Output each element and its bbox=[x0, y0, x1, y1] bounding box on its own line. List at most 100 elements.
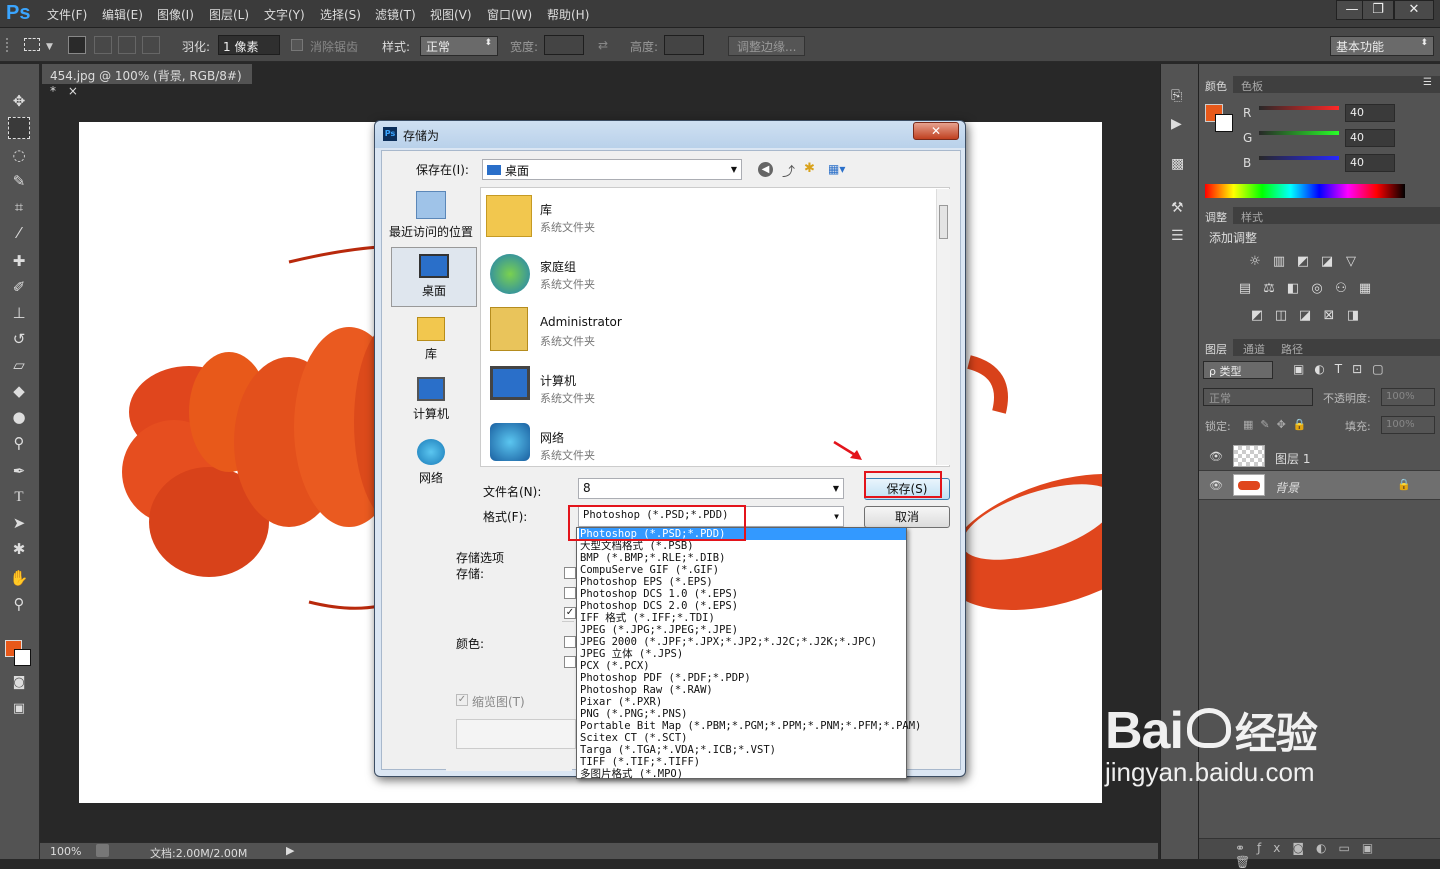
style-select[interactable]: 正常 ⬍ bbox=[420, 36, 498, 56]
swap-icon[interactable]: ⇄ bbox=[598, 38, 608, 52]
menu-image[interactable]: 图像(I) bbox=[157, 6, 194, 23]
blur-tool-icon[interactable]: ● bbox=[8, 406, 30, 428]
posterize-icon[interactable]: ◫ bbox=[1273, 309, 1289, 323]
workspace-select[interactable]: 基本功能 ⬍ bbox=[1330, 36, 1434, 56]
place-computer[interactable]: 计算机 bbox=[388, 377, 474, 422]
color-lookup-icon[interactable]: ▦ bbox=[1357, 282, 1373, 296]
zoom-level[interactable]: 100% bbox=[50, 845, 81, 858]
format-option[interactable]: JPEG 2000 (*.JPF;*.JPX;*.JP2;*.J2C;*.J2K… bbox=[579, 636, 906, 648]
menu-layer[interactable]: 图层(L) bbox=[209, 6, 249, 23]
tab-channels[interactable]: 通道 bbox=[1237, 339, 1271, 359]
file-item[interactable]: Administrator 系统文件夹 bbox=[486, 305, 926, 362]
place-network[interactable]: 网络 bbox=[388, 439, 474, 486]
panel-menu-icon[interactable]: ☰ bbox=[1423, 77, 1432, 88]
format-option[interactable]: PCX (*.PCX) bbox=[579, 660, 906, 672]
channel-mixer-icon[interactable]: ⚇ bbox=[1333, 282, 1349, 296]
width-input[interactable] bbox=[544, 35, 584, 55]
format-option[interactable]: Pixar (*.PXR) bbox=[579, 696, 906, 708]
selective-color-icon[interactable]: ⊠ bbox=[1321, 309, 1337, 323]
menu-filter[interactable]: 滤镜(T) bbox=[375, 6, 416, 23]
layer-filter-icons[interactable]: ▣◐T⊡▢ bbox=[1293, 362, 1394, 376]
b-value[interactable]: 40 bbox=[1345, 154, 1395, 172]
type-tool-icon[interactable]: T bbox=[8, 486, 30, 508]
marquee-tool-icon[interactable] bbox=[8, 117, 30, 139]
play-arrow-icon[interactable]: ▶ bbox=[286, 844, 294, 857]
threshold-icon[interactable]: ◪ bbox=[1297, 309, 1313, 323]
dialog-close-button[interactable]: ✕ bbox=[913, 122, 959, 140]
menu-file[interactable]: 文件(F) bbox=[47, 6, 87, 23]
restore-button[interactable]: ❐ bbox=[1362, 0, 1394, 20]
cancel-button[interactable]: 取消 bbox=[864, 506, 950, 528]
feather-input[interactable]: 1 像素 bbox=[218, 35, 280, 55]
refine-edge-button[interactable]: 调整边缘... bbox=[728, 36, 806, 56]
format-option[interactable]: BMP (*.BMP;*.RLE;*.DIB) bbox=[579, 552, 906, 564]
crop-tool-icon[interactable]: ⌗ bbox=[8, 196, 30, 218]
format-option[interactable]: JPEG (*.JPG;*.JPEG;*.JPE) bbox=[579, 624, 906, 636]
close-button[interactable]: ✕ bbox=[1394, 0, 1434, 20]
format-option[interactable]: Photoshop DCS 2.0 (*.EPS) bbox=[579, 600, 906, 612]
intersect-selection-icon[interactable] bbox=[142, 36, 160, 54]
new-folder-icon[interactable]: ✱ bbox=[804, 161, 815, 176]
subtract-selection-icon[interactable] bbox=[118, 36, 136, 54]
quick-select-tool-icon[interactable]: ✎ bbox=[8, 170, 30, 192]
file-list-scrollbar[interactable] bbox=[936, 189, 950, 465]
format-option[interactable]: 大型文档格式 (*.PSB) bbox=[579, 540, 906, 552]
opacity-input[interactable]: 100% bbox=[1381, 388, 1435, 406]
photo-filter-icon[interactable]: ◎ bbox=[1309, 282, 1325, 296]
format-option[interactable]: Targa (*.TGA;*.VDA;*.ICB;*.VST) bbox=[579, 744, 906, 756]
place-desktop[interactable]: 桌面 bbox=[391, 247, 477, 307]
antialias-checkbox[interactable] bbox=[291, 39, 303, 51]
option-checkbox[interactable] bbox=[564, 636, 576, 648]
stamp-tool-icon[interactable]: ⊥ bbox=[8, 302, 30, 324]
scrollbar-thumb[interactable] bbox=[939, 205, 948, 239]
format-option[interactable]: TIFF (*.TIF;*.TIFF) bbox=[579, 756, 906, 768]
layer-kind-filter[interactable]: ρ 类型 bbox=[1203, 361, 1273, 379]
brightness-icon[interactable]: ☼ bbox=[1247, 255, 1263, 269]
format-option[interactable]: 多图片格式 (*.MPO) bbox=[579, 768, 906, 780]
tool-presets-icon[interactable]: ☰ bbox=[1171, 228, 1184, 244]
view-menu-icon[interactable]: ▦▾ bbox=[828, 162, 845, 176]
info-panel-icon[interactable]: ▩ bbox=[1171, 156, 1184, 172]
menu-view[interactable]: 视图(V) bbox=[430, 6, 472, 23]
eye-icon[interactable]: 👁 bbox=[1209, 450, 1223, 463]
background-color-swatch[interactable] bbox=[14, 649, 31, 666]
history-brush-icon[interactable]: ↺ bbox=[8, 328, 30, 350]
move-tool-icon[interactable]: ✥ bbox=[8, 90, 30, 112]
format-option[interactable]: JPEG 立体 (*.JPS) bbox=[579, 648, 906, 660]
brush-tool-icon[interactable]: ✐ bbox=[8, 276, 30, 298]
format-option[interactable]: Photoshop Raw (*.RAW) bbox=[579, 684, 906, 696]
place-library[interactable]: 库 bbox=[388, 317, 474, 362]
hand-tool-icon[interactable]: ✋ bbox=[8, 567, 30, 589]
black-white-icon[interactable]: ◧ bbox=[1285, 282, 1301, 296]
document-tab[interactable]: 454.jpg @ 100% (背景, RGB/8#) * × bbox=[42, 64, 252, 98]
option-checkbox[interactable] bbox=[564, 656, 576, 668]
path-select-icon[interactable]: ➤ bbox=[8, 512, 30, 534]
curves-icon[interactable]: ◩ bbox=[1295, 255, 1311, 269]
close-tab-icon[interactable]: × bbox=[68, 84, 78, 98]
height-input[interactable] bbox=[664, 35, 704, 55]
chevron-down-icon[interactable]: ▼ bbox=[46, 42, 53, 52]
save-in-select[interactable]: 桌面 ▼ bbox=[482, 159, 742, 180]
g-value[interactable]: 40 bbox=[1345, 129, 1395, 147]
format-option[interactable]: Scitex CT (*.SCT) bbox=[579, 732, 906, 744]
option-checkbox[interactable] bbox=[564, 567, 576, 579]
invert-icon[interactable]: ◩ bbox=[1249, 309, 1265, 323]
layer-row[interactable]: 👁 背景 🔒 bbox=[1199, 471, 1440, 500]
blend-mode-select[interactable]: 正常 bbox=[1203, 388, 1313, 406]
gradient-map-icon[interactable]: ◨ bbox=[1345, 309, 1361, 323]
add-selection-icon[interactable] bbox=[94, 36, 112, 54]
r-slider[interactable] bbox=[1259, 106, 1339, 110]
screen-mode-icon[interactable]: ▣ bbox=[8, 698, 30, 720]
tab-swatches[interactable]: 色板 bbox=[1235, 76, 1269, 96]
eye-icon[interactable]: 👁 bbox=[1209, 479, 1223, 492]
hue-sat-icon[interactable]: ▤ bbox=[1237, 282, 1253, 296]
shape-tool-icon[interactable]: ✱ bbox=[8, 538, 30, 560]
zoom-tool-icon[interactable]: ⚲ bbox=[8, 593, 30, 615]
layer-row[interactable]: 👁 图层 1 bbox=[1199, 442, 1440, 471]
eyedropper-tool-icon[interactable]: ⁄ bbox=[8, 222, 30, 244]
menu-edit[interactable]: 编辑(E) bbox=[102, 6, 143, 23]
vibrance-icon[interactable]: ▽ bbox=[1343, 255, 1359, 269]
paint-bucket-icon[interactable]: ◆ bbox=[8, 380, 30, 402]
filename-input[interactable]: 8 ▼ bbox=[578, 478, 844, 499]
layers-footer-icons[interactable]: ⚭ƒx◙◐▭▣🗑 bbox=[1199, 838, 1440, 869]
